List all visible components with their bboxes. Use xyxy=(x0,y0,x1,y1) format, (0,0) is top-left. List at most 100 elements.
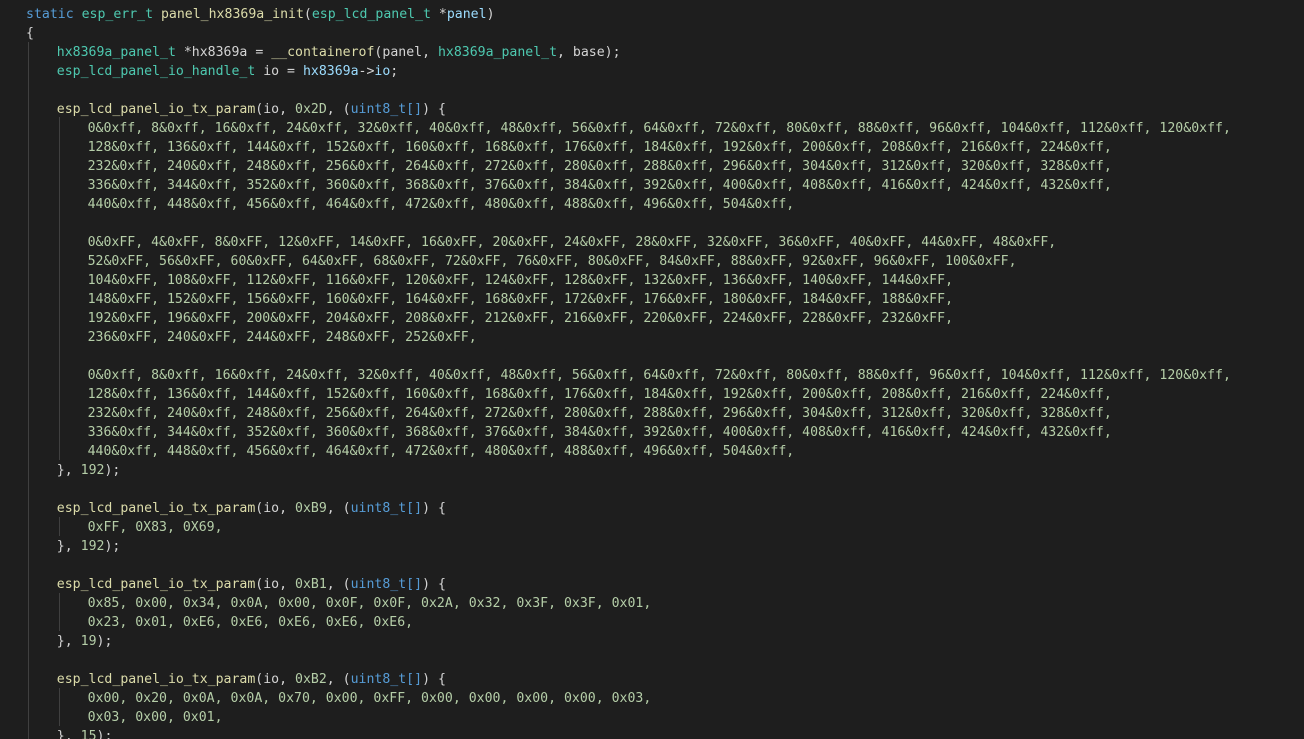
code-token-number: 232&0xff, 240&0xff, 248&0xff, 256&0xff, … xyxy=(87,406,1112,421)
code-line[interactable]: { xyxy=(26,24,34,43)
code-token-text: , ( xyxy=(326,672,351,687)
code-line[interactable]: 52&0xFF, 56&0xFF, 60&0xFF, 64&0xFF, 68&0… xyxy=(26,252,1017,271)
code-line[interactable]: 0x85, 0x00, 0x34, 0x0A, 0x00, 0x0F, 0x0F… xyxy=(26,594,652,613)
code-line[interactable]: 0x00, 0x20, 0x0A, 0x0A, 0x70, 0x00, 0xFF… xyxy=(26,689,652,708)
code-token-type: esp_lcd_panel_t xyxy=(311,7,439,22)
code-token-keyword: uint8_t[] xyxy=(350,672,423,687)
code-token-keyword: uint8_t[] xyxy=(350,501,423,516)
code-token-number: 0x00, 0x20, 0x0A, 0x0A, 0x70, 0x00, 0xFF… xyxy=(87,691,652,706)
code-token-func: esp_lcd_panel_io_tx_param xyxy=(56,672,256,687)
code-token-text: }, xyxy=(56,729,81,739)
code-token-number: 0x23, 0x01, 0xE6, 0xE6, 0xE6, 0xE6, 0xE6… xyxy=(87,615,414,630)
code-token-number: 440&0xff, 448&0xff, 456&0xff, 464&0xff, … xyxy=(87,197,795,212)
code-token-number: 0xB9 xyxy=(295,501,327,516)
code-line[interactable]: static esp_err_t panel_hx8369a_init(esp_… xyxy=(26,5,495,24)
code-token-punct: * xyxy=(438,7,447,22)
code-token-number: 0x85, 0x00, 0x34, 0x0A, 0x00, 0x0F, 0x0F… xyxy=(87,596,652,611)
code-token-punct: ) xyxy=(486,7,495,22)
code-token-text: panel, xyxy=(382,45,438,60)
code-token-number: 52&0xFF, 56&0xFF, 60&0xFF, 64&0xFF, 68&0… xyxy=(87,254,1017,269)
code-line[interactable]: 0x23, 0x01, 0xE6, 0xE6, 0xE6, 0xE6, 0xE6… xyxy=(26,613,414,632)
code-token-punct: -> xyxy=(358,64,375,79)
code-token-keyword: uint8_t[] xyxy=(350,577,423,592)
code-token-type: esp_lcd_panel_io_handle_t xyxy=(56,64,264,79)
code-token-number: 0x2D xyxy=(295,102,327,117)
code-token-number: 336&0xff, 344&0xff, 352&0xff, 360&0xff, … xyxy=(87,425,1112,440)
code-line[interactable]: 0xFF, 0X83, 0X69, xyxy=(26,518,223,537)
code-token-text: (io, xyxy=(255,501,295,516)
code-token-func: esp_lcd_panel_io_tx_param xyxy=(56,501,256,516)
code-line[interactable]: }, 192); xyxy=(26,461,121,480)
code-token-text: , ( xyxy=(326,102,351,117)
code-line[interactable]: esp_lcd_panel_io_tx_param(io, 0xB1, (uin… xyxy=(26,575,446,594)
code-token-func: esp_lcd_panel_io_tx_param xyxy=(56,577,256,592)
code-token-type: hx8369a_panel_t xyxy=(437,45,558,60)
code-line[interactable]: esp_lcd_panel_io_tx_param(io, 0xB2, (uin… xyxy=(26,670,446,689)
code-token-number: 0x03, 0x00, 0x01, xyxy=(87,710,223,725)
code-token-number: 192 xyxy=(80,539,105,554)
code-token-number: 148&0xFF, 152&0xFF, 156&0xFF, 160&0xFF, … xyxy=(87,292,954,307)
code-line[interactable]: 232&0xff, 240&0xff, 248&0xff, 256&0xff, … xyxy=(26,404,1112,423)
code-token-text: , base); xyxy=(557,45,621,60)
code-token-number: 104&0xFF, 108&0xFF, 112&0xFF, 116&0xFF, … xyxy=(87,273,954,288)
code-editor[interactable]: static esp_err_t panel_hx8369a_init(esp_… xyxy=(0,0,1304,739)
code-token-type: hx8369a_panel_t xyxy=(56,45,184,60)
code-line[interactable]: }, 192); xyxy=(26,537,121,556)
code-token-punct: ; xyxy=(390,64,399,79)
code-line[interactable]: 336&0xff, 344&0xff, 352&0xff, 360&0xff, … xyxy=(26,176,1112,195)
code-token-text: ); xyxy=(96,729,113,739)
code-token-text: ); xyxy=(96,634,113,649)
code-token-text: (io, xyxy=(255,577,295,592)
code-line[interactable]: 192&0xFF, 196&0xFF, 200&0xFF, 204&0xFF, … xyxy=(26,309,953,328)
code-token-number: 0&0xff, 8&0xff, 16&0xff, 24&0xff, 32&0xf… xyxy=(87,368,1231,383)
code-line[interactable]: }, 15); xyxy=(26,727,113,739)
code-token-keyword: uint8_t[] xyxy=(350,102,423,117)
code-line[interactable]: esp_lcd_panel_io_tx_param(io, 0xB9, (uin… xyxy=(26,499,446,518)
code-token-number: 236&0xFF, 240&0xFF, 244&0xFF, 248&0xFF, … xyxy=(87,330,477,345)
code-line[interactable]: 128&0xff, 136&0xff, 144&0xff, 152&0xff, … xyxy=(26,138,1112,157)
code-line[interactable]: 0x03, 0x00, 0x01, xyxy=(26,708,223,727)
code-token-text: ) { xyxy=(422,102,446,117)
code-line[interactable]: 0&0xFF, 4&0xFF, 8&0xFF, 12&0xFF, 14&0xFF… xyxy=(26,233,1057,252)
code-token-param: panel xyxy=(446,7,487,22)
code-line[interactable]: esp_lcd_panel_io_handle_t io = hx8369a->… xyxy=(26,62,398,81)
code-token-text: }, xyxy=(56,539,81,554)
code-token-number: 0&0xff, 8&0xff, 16&0xff, 24&0xff, 32&0xf… xyxy=(87,121,1231,136)
code-token-text: io = xyxy=(263,64,303,79)
code-token-func: panel_hx8369a_init xyxy=(160,7,304,22)
code-line[interactable]: hx8369a_panel_t *hx8369a = __containerof… xyxy=(26,43,621,62)
code-token-number: 128&0xff, 136&0xff, 144&0xff, 152&0xff, … xyxy=(87,387,1112,402)
code-token-number: 15 xyxy=(80,729,97,739)
code-token-number: 128&0xff, 136&0xff, 144&0xff, 152&0xff, … xyxy=(87,140,1112,155)
code-line[interactable]: 336&0xff, 344&0xff, 352&0xff, 360&0xff, … xyxy=(26,423,1112,442)
code-token-text: (io, xyxy=(255,672,295,687)
code-line[interactable]: 440&0xff, 448&0xff, 456&0xff, 464&0xff, … xyxy=(26,442,795,461)
code-token-keyword: static xyxy=(26,7,82,22)
code-line[interactable]: 104&0xFF, 108&0xFF, 112&0xFF, 116&0xFF, … xyxy=(26,271,953,290)
code-token-text: ); xyxy=(104,463,121,478)
code-line[interactable]: 236&0xFF, 240&0xFF, 244&0xFF, 248&0xFF, … xyxy=(26,328,477,347)
code-token-number: 440&0xff, 448&0xff, 456&0xff, 464&0xff, … xyxy=(87,444,795,459)
code-line[interactable]: 440&0xff, 448&0xff, 456&0xff, 464&0xff, … xyxy=(26,195,795,214)
code-line[interactable]: }, 19); xyxy=(26,632,113,651)
code-token-text: }, xyxy=(56,463,81,478)
code-token-number: 19 xyxy=(80,634,97,649)
code-token-text: hx8369a = xyxy=(191,45,272,60)
code-token-text: ) { xyxy=(422,501,446,516)
code-line[interactable]: 232&0xff, 240&0xff, 248&0xff, 256&0xff, … xyxy=(26,157,1112,176)
code-line[interactable]: 128&0xff, 136&0xff, 144&0xff, 152&0xff, … xyxy=(26,385,1112,404)
code-line[interactable]: 0&0xff, 8&0xff, 16&0xff, 24&0xff, 32&0xf… xyxy=(26,366,1231,385)
code-line[interactable]: 0&0xff, 8&0xff, 16&0xff, 24&0xff, 32&0xf… xyxy=(26,119,1231,138)
code-token-func: __containerof xyxy=(271,45,375,60)
code-line[interactable]: 148&0xFF, 152&0xFF, 156&0xFF, 160&0xFF, … xyxy=(26,290,953,309)
code-token-text: , ( xyxy=(326,577,351,592)
code-token-text: ) { xyxy=(422,577,446,592)
code-token-number: 0&0xFF, 4&0xFF, 8&0xFF, 12&0xFF, 14&0xFF… xyxy=(87,235,1057,250)
code-token-number: 232&0xff, 240&0xff, 248&0xff, 256&0xff, … xyxy=(87,159,1112,174)
code-token-punct: { xyxy=(26,26,34,41)
code-token-text: ) { xyxy=(422,672,446,687)
code-line[interactable]: esp_lcd_panel_io_tx_param(io, 0x2D, (uin… xyxy=(26,100,446,119)
code-token-func: esp_lcd_panel_io_tx_param xyxy=(56,102,256,117)
code-token-param: io xyxy=(374,64,391,79)
code-token-param: hx8369a xyxy=(302,64,359,79)
